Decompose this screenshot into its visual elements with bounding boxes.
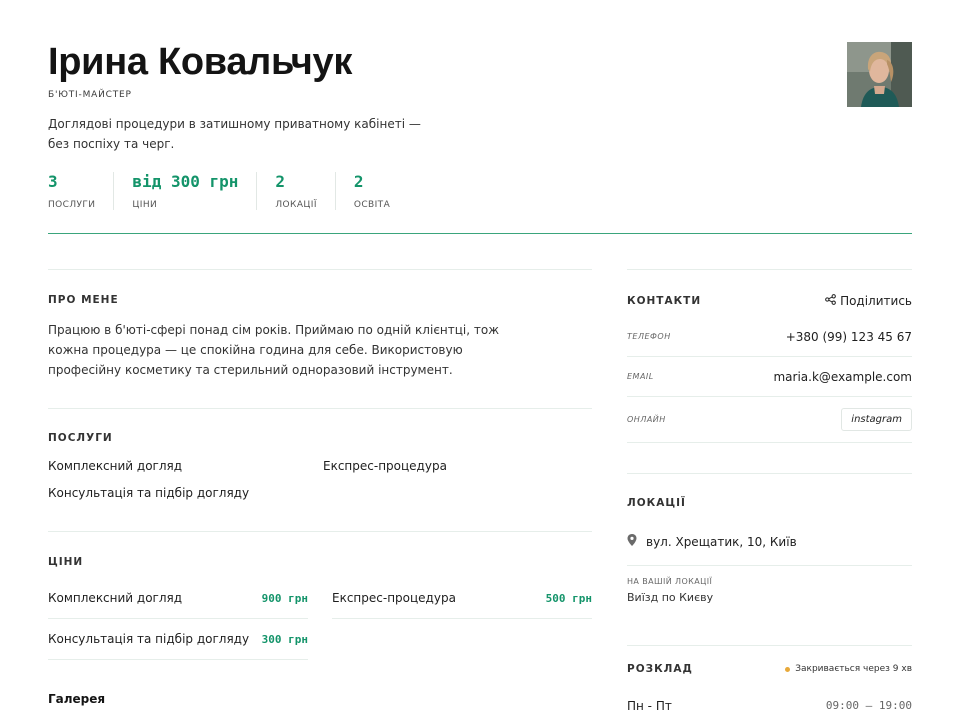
onsite-value: Виїзд по Києву	[627, 591, 714, 604]
onsite-block: НА ВАШІЙ ЛОКАЦІЇ Виїзд по Києву	[627, 565, 912, 623]
about-text: Працюю в б'юті-сфері понад сім років. Пр…	[48, 323, 500, 377]
stat-label: ЦІНИ	[132, 200, 158, 210]
stat-value: від 300 грн	[132, 172, 239, 191]
price-row: Консультація та підбір догляду 300 грн	[48, 619, 308, 660]
contact-row-online: ОНЛАЙН instagram	[627, 397, 912, 443]
profile-role: Б'ЮТІ-МАЙСТЕР	[48, 90, 132, 100]
section-title: РОЗКЛАД	[627, 663, 693, 675]
contact-row-email: EMAIL maria.k@example.com	[627, 357, 912, 397]
locations-section: ЛОКАЦІЇ вул. Хрещатик, 10, Київ НА ВАШІЙ…	[627, 473, 912, 623]
section-title: ПРО МЕНЕ	[48, 294, 119, 306]
share-label: Поділитись	[840, 294, 912, 308]
price-service-name: Консультація та підбір догляду	[48, 632, 250, 646]
email-link[interactable]: maria.k@example.com	[773, 370, 912, 384]
sidebar: КОНТАКТИ Поділитись ТЕЛЕФОН +380 (99) 12	[627, 269, 912, 713]
schedule-section: РОЗКЛАД Закривається через 9 хв Пн - Пт …	[627, 645, 912, 713]
contact-label: ОНЛАЙН	[627, 415, 666, 424]
price-list: Комплексний догляд 900 грн Експрес-проце…	[48, 578, 592, 660]
contact-row-phone: ТЕЛЕФОН +380 (99) 123 45 67	[627, 317, 912, 357]
closing-status-text: Закривається через 9 хв	[795, 664, 912, 674]
profile-name: Ірина Ковальчук	[48, 41, 353, 83]
stat-value: 2	[275, 172, 286, 191]
stat-label: ЛОКАЦІЇ	[275, 200, 317, 210]
about-section: ПРО МЕНЕ Працюю в б'юті-сфері понад сім …	[48, 269, 592, 408]
schedule-header: РОЗКЛАД Закривається через 9 хв	[627, 663, 912, 675]
instagram-button[interactable]: instagram	[841, 408, 912, 431]
service-item: Комплексний догляд	[48, 459, 183, 473]
price-value: 900 грн	[261, 591, 308, 605]
prices-section: ЦІНИ Комплексний догляд 900 грн Експрес-…	[48, 531, 592, 706]
phone-link[interactable]: +380 (99) 123 45 67	[786, 330, 912, 344]
price-service-name: Експрес-процедура	[332, 591, 456, 605]
stat-locations: 2 ЛОКАЦІЇ	[256, 172, 335, 210]
price-service-name: Комплексний догляд	[48, 591, 183, 605]
contact-label: ТЕЛЕФОН	[627, 332, 671, 341]
services-section: ПОСЛУГИ Комплексний догляд Експрес-проце…	[48, 408, 592, 531]
price-row: Комплексний догляд 900 грн	[48, 578, 308, 619]
onsite-label: НА ВАШІЙ ЛОКАЦІЇ	[627, 577, 713, 586]
stat-label: ОСВІТА	[353, 200, 391, 210]
avatar	[847, 42, 912, 107]
price-value: 300 грн	[261, 632, 308, 646]
address-text: вул. Хрещатик, 10, Київ	[646, 534, 797, 549]
section-title: ПОСЛУГИ	[48, 432, 113, 444]
contacts-section: КОНТАКТИ Поділитись ТЕЛЕФОН +380 (99) 12	[627, 269, 912, 443]
contact-list: ТЕЛЕФОН +380 (99) 123 45 67 EMAIL maria.…	[627, 317, 912, 443]
stat-education: 2 ОСВІТА	[334, 172, 408, 210]
schedule-days: Пн - Пт	[627, 699, 672, 713]
services-list: Комплексний догляд Експрес-процедура Кон…	[48, 458, 592, 502]
price-value: 500 грн	[545, 591, 592, 605]
contacts-header: КОНТАКТИ Поділитись	[627, 294, 912, 308]
status-dot-icon	[785, 666, 791, 672]
service-item: Експрес-процедура	[323, 459, 447, 473]
profile-tagline: Доглядові процедури в затишному приватно…	[48, 117, 421, 151]
stat-value: 3	[48, 172, 58, 191]
stat-value: 2	[353, 172, 364, 191]
contact-label: EMAIL	[627, 372, 654, 381]
stat-label: ПОСЛУГИ	[48, 200, 96, 210]
map-pin-icon	[627, 534, 637, 549]
stats-bar: 3 ПОСЛУГИ від 300 грн ЦІНИ 2 ЛОКАЦІЇ 2 О…	[48, 172, 408, 210]
share-icon	[825, 294, 836, 308]
schedule-row: Пн - Пт 09:00 — 19:00	[627, 699, 912, 713]
gallery-title: Галерея	[48, 692, 106, 706]
main-column: ПРО МЕНЕ Працюю в б'юті-сфері понад сім …	[48, 269, 592, 706]
location-address: вул. Хрещатик, 10, Київ	[627, 534, 912, 549]
stat-services: 3 ПОСЛУГИ	[48, 172, 113, 210]
price-row: Експрес-процедура 500 грн	[332, 578, 592, 619]
closing-status: Закривається через 9 хв	[785, 664, 912, 674]
section-title: ЛОКАЦІЇ	[627, 497, 686, 509]
service-item: Консультація та підбір догляду	[48, 486, 250, 500]
section-title: КОНТАКТИ	[627, 295, 702, 307]
avatar-image	[847, 42, 912, 107]
profile-header: Ірина Ковальчук Б'ЮТІ-МАЙСТЕР Доглядові …	[48, 40, 912, 234]
schedule-hours: 09:00 — 19:00	[825, 699, 912, 712]
share-button[interactable]: Поділитись	[825, 294, 912, 308]
stat-prices: від 300 грн ЦІНИ	[113, 172, 256, 210]
section-title: ЦІНИ	[48, 556, 84, 568]
